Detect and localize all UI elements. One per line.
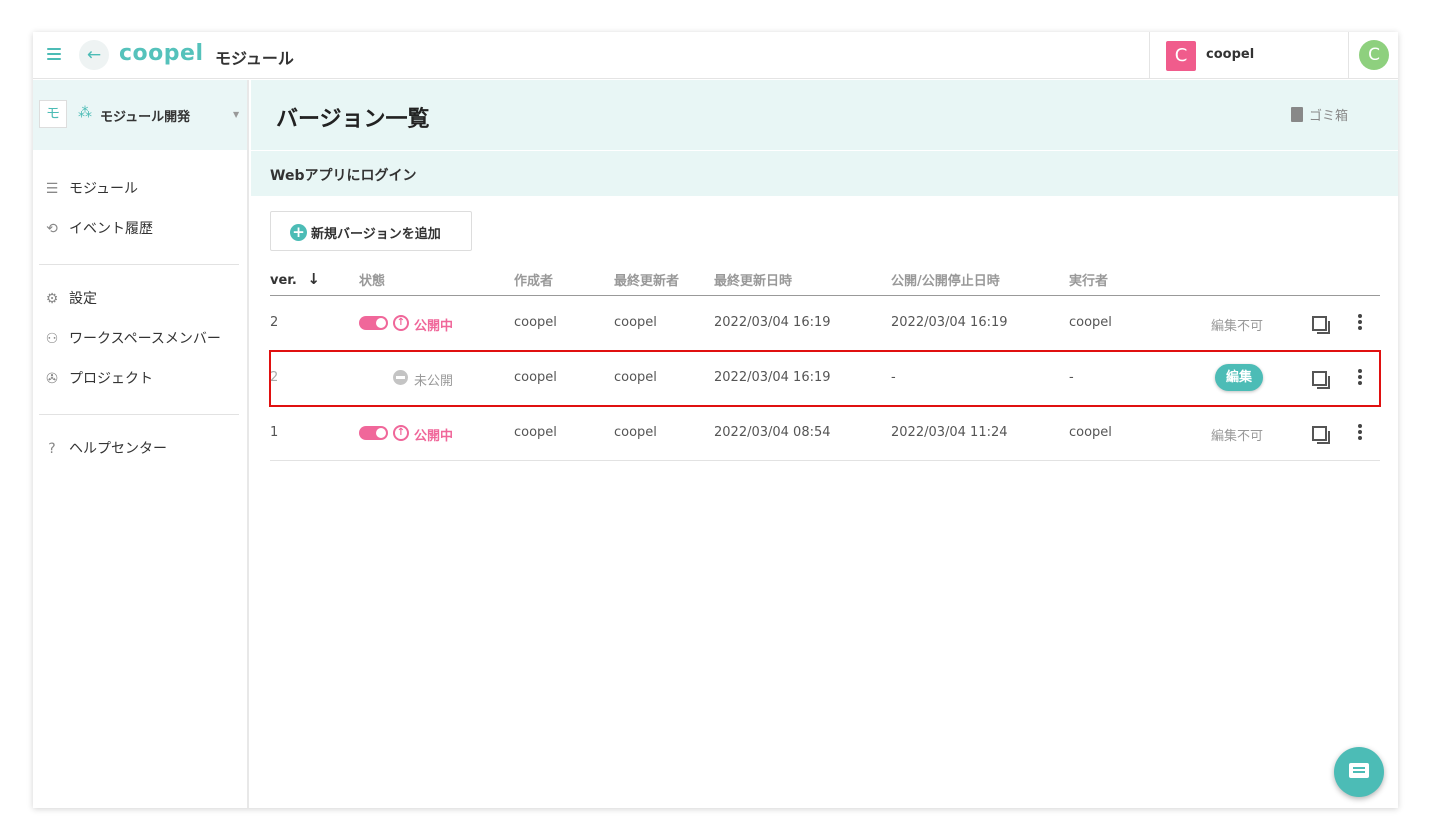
module-list-icon: ☰ [45,181,59,197]
page-header: バージョン一覧 ゴミ箱 [251,80,1398,150]
publish-toggle[interactable] [359,316,388,330]
sidebar-item-label: イベント履歴 [69,221,153,237]
project-name: モジュール開発 [100,110,191,125]
sidebar-item-label: ヘルプセンター [69,441,167,457]
column-executor: 実行者 [1069,274,1109,289]
published-at-cell: - [891,370,896,385]
executor-cell: - [1069,370,1074,385]
trash-label: ゴミ箱 [1309,109,1349,124]
workspace-badge: C [1166,41,1196,71]
sidebar-item-projects[interactable]: ✇ プロジェクト [43,364,243,394]
column-ver[interactable]: ver. ↓ [270,270,320,288]
sidebar-item-label: モジュール [69,181,139,197]
chat-button[interactable] [1334,747,1384,797]
table-header: ver. ↓ 状態 作成者 最終更新者 最終更新日時 公開/公開停止日時 実行者 [270,265,1380,296]
column-updater: 最終更新者 [614,274,680,289]
history-icon: ⟲ [46,221,58,237]
module-name: Webアプリにログイン [270,168,417,184]
column-status: 状態 [359,274,386,289]
sidebar-divider [39,414,239,415]
version-cell: 2 [270,315,279,330]
add-version-button[interactable]: + 新規バージョンを追加 [270,211,472,251]
creator-cell: coopel [514,370,557,385]
table-row-selected[interactable]: 2 未公開 coopel coopel 2022/03/04 16:19 - -… [269,350,1381,407]
version-cell: 1 [270,425,279,440]
table-row[interactable]: 1 ↑ 公開中 coopel coopel 2022/03/04 08:54 2… [270,406,1380,461]
updated-at-cell: 2022/03/04 16:19 [714,370,831,385]
back-button[interactable]: ← [79,40,109,70]
sidebar-item-settings[interactable]: ⚙ 設定 [43,284,243,314]
menu-icon[interactable] [47,48,61,60]
executor-cell: coopel [1069,425,1112,440]
main-content: バージョン一覧 ゴミ箱 Webアプリにログイン + 新規バージョンを追加 ver… [251,80,1398,808]
project-icon: ✇ [46,371,58,387]
sidebar-item-label: ワークスペースメンバー [69,331,221,347]
updater-cell: coopel [614,315,657,330]
workspace-name: coopel [1206,47,1255,62]
column-ver-label: ver. [270,273,297,288]
more-menu-icon[interactable] [1356,424,1364,444]
updated-at-cell: 2022/03/04 08:54 [714,425,831,440]
upload-icon: ↑ [393,425,409,441]
app-title: モジュール [215,49,294,68]
sidebar-item-workspace-members[interactable]: ⚇ ワークスペースメンバー [43,324,243,354]
edit-disabled-label: 編集不可 [1211,319,1264,334]
edit-disabled-label: 編集不可 [1211,429,1264,444]
plus-icon: + [290,224,307,241]
updater-cell: coopel [614,370,657,385]
sort-arrow-icon: ↓ [307,270,320,288]
sidebar-item-label: プロジェクト [69,371,153,387]
workspace-switcher[interactable]: C coopel [1149,32,1349,79]
sidebar-item-label: 設定 [69,291,97,307]
add-version-label: 新規バージョンを追加 [311,227,441,242]
copy-icon[interactable] [1312,371,1330,389]
creator-cell: coopel [514,315,557,330]
gear-icon: ⚙ [45,291,59,307]
column-updated-at: 最終更新日時 [714,274,793,289]
page-title: バージョン一覧 [276,107,430,132]
status-label: 公開中 [414,429,454,444]
published-at-cell: 2022/03/04 16:19 [891,315,1008,330]
coopel-logo: coopel [119,41,204,66]
top-bar: ← coopel モジュール C coopel C [33,32,1398,79]
chat-icon [1349,763,1369,778]
version-cell: 2 [270,370,279,385]
members-icon: ⚇ [45,331,59,347]
sidebar-item-help-center[interactable]: ? ヘルプセンター [43,434,243,464]
sidebar-divider [39,264,239,265]
copy-icon[interactable] [1312,426,1330,444]
version-table: ver. ↓ 状態 作成者 最終更新者 最終更新日時 公開/公開停止日時 実行者… [269,265,1381,461]
user-avatar[interactable]: C [1359,40,1389,70]
column-published-at: 公開/公開停止日時 [891,274,1000,289]
column-creator: 作成者 [514,274,554,289]
sidebar-item-event-history[interactable]: ⟲ イベント履歴 [43,214,243,244]
status-label: 公開中 [414,319,454,334]
copy-icon[interactable] [1312,316,1330,334]
project-icon: ⁂ [78,105,92,121]
sidebar-item-modules[interactable]: ☰ モジュール [43,174,243,204]
sidebar: モ ⁂ モジュール開発 ▼ ☰ モジュール ⟲ イベント履歴 ⚙ 設定 ⚇ ワー… [33,80,249,808]
more-menu-icon[interactable] [1356,314,1364,334]
project-badge: モ [39,100,67,128]
trash-button[interactable]: ゴミ箱 [1291,105,1348,124]
project-selector[interactable]: モ ⁂ モジュール開発 ▼ [33,80,247,150]
updater-cell: coopel [614,425,657,440]
executor-cell: coopel [1069,315,1112,330]
module-header: Webアプリにログイン [251,151,1398,196]
caret-down-icon: ▼ [233,110,240,119]
publish-toggle[interactable] [359,426,388,440]
upload-icon: ↑ [393,315,409,331]
help-icon: ? [48,441,56,457]
app-window: ← coopel モジュール C coopel C モ ⁂ モジュール開発 ▼ … [33,32,1398,808]
published-at-cell: 2022/03/04 11:24 [891,425,1008,440]
unpublished-icon [393,370,408,385]
more-menu-icon[interactable] [1356,369,1364,389]
trash-icon [1291,107,1303,122]
edit-button[interactable]: 編集 [1215,364,1263,391]
updated-at-cell: 2022/03/04 16:19 [714,315,831,330]
status-label: 未公開 [414,374,454,389]
creator-cell: coopel [514,425,557,440]
table-row[interactable]: 2 ↑ 公開中 coopel coopel 2022/03/04 16:19 2… [270,296,1380,351]
